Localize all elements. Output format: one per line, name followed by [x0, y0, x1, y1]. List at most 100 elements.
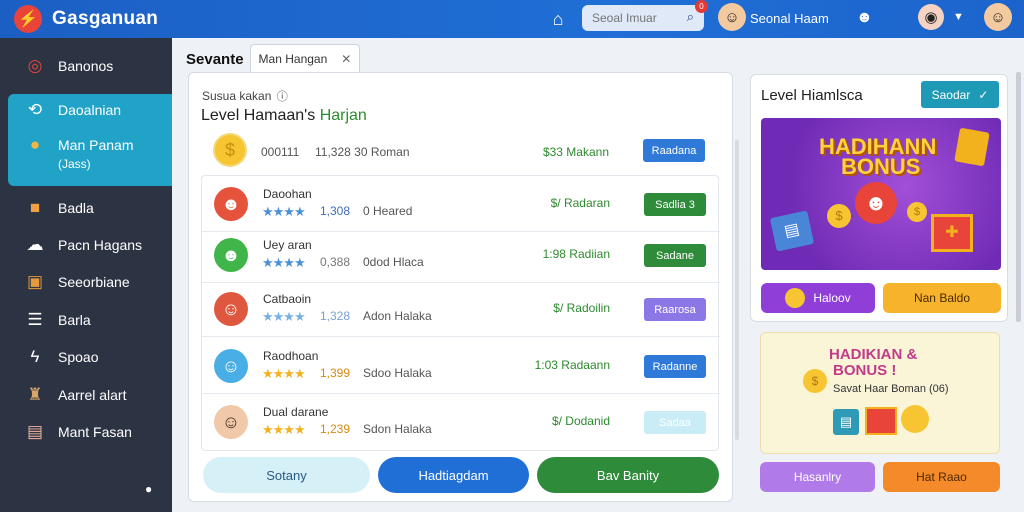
profile-avatar[interactable]: ◉ — [918, 4, 944, 30]
coin-icon: $ — [907, 202, 927, 222]
banner2-line1: HADIKIAN & — [829, 346, 918, 363]
sidebar-item-sublabel: (Jass) — [0, 153, 172, 175]
rating-stars: ★★★★ — [262, 422, 306, 437]
sidebar-item-label: Pacn Hagans — [58, 237, 143, 253]
bell-icon: ♜ — [27, 385, 43, 404]
bonus-banner[interactable]: HADIHANN BONUS ☻ $ $ ▤ ✚ — [761, 118, 1001, 270]
info-icon[interactable]: ⓘ — [277, 91, 288, 103]
sidebar: ◎ Banonos ⟲ Daoalnian ● Man Panam (Jass)… — [0, 38, 172, 512]
app-logo[interactable]: ⚡ — [14, 5, 42, 33]
close-icon[interactable]: ✕ — [341, 52, 351, 66]
summary-button[interactable]: Raadana — [643, 139, 705, 162]
level-highlight: Harjan — [319, 107, 367, 124]
tab-man-hangan[interactable]: Man Hangan ✕ — [249, 44, 361, 72]
sidebar-item-label: Mant Fasan — [58, 424, 132, 440]
sidebar-item-spoao[interactable]: ϟ Spoao — [0, 339, 172, 375]
bav-banity-button[interactable]: Bav Banity — [537, 457, 719, 493]
rating-stars: ★★★★ — [262, 255, 306, 270]
summary-value: 11,328 30 Roman — [315, 145, 410, 159]
sidebar-item-label: Spoao — [58, 349, 99, 365]
banner-line2: BONUS — [841, 154, 921, 179]
sidebar-item-badla[interactable]: ■ Badla — [0, 190, 172, 226]
row-button[interactable]: Sadlia 3 — [644, 193, 706, 216]
summary-amount: $33 Makann — [542, 145, 609, 159]
row-button[interactable]: Sadaa — [644, 411, 706, 434]
sotany-button[interactable]: Sotany — [203, 457, 370, 493]
haloov-button[interactable]: Haloov — [761, 283, 875, 313]
sidebar-item-label: Badla — [58, 200, 94, 216]
sidebar-item-label: Seeorbiane — [58, 274, 130, 290]
tab-label: Man Hangan — [258, 51, 328, 66]
right-scrollbar[interactable] — [1016, 72, 1021, 322]
page-title: Sevante — [186, 51, 244, 68]
home-icon[interactable]: ⌂ — [548, 9, 568, 29]
gift-icon — [865, 407, 897, 435]
chevron-down-icon[interactable]: ▼ — [953, 11, 964, 23]
coin-icon — [785, 288, 806, 308]
search-box[interactable]: ⌕ 0 — [582, 0, 708, 31]
rating-stars: ★★★★ — [262, 204, 306, 219]
sidebar-item-banonos[interactable]: ◎ Banonos — [0, 48, 172, 84]
card-icon: ▤ — [26, 422, 44, 441]
bonus-banner-2[interactable]: HADIKIAN & BONUS ! $ Savat Haar Boman (0… — [760, 332, 1000, 454]
app-title: Gasganuan — [52, 8, 159, 29]
rating-stars: ★★★★ — [262, 366, 306, 381]
main-scrollbar[interactable] — [735, 140, 739, 440]
hadtiagdam-button[interactable]: Hadtiagdam — [378, 457, 529, 493]
right-title: Level Hiamlsca — [761, 87, 863, 104]
nan-baldo-button[interactable]: Nan Baldo — [883, 283, 1001, 313]
tab-strip: Sevante Man Hangan ✕ — [186, 44, 361, 72]
summary-row: $ 000111 11,328 30 Roman $33 Makann Raad… — [201, 125, 719, 175]
list-item[interactable]: ☺ Catbaoin ★★★★ 1,328 Adon Halaka $/ Rad… — [202, 281, 720, 337]
coin-icon: $ — [803, 369, 827, 393]
sidebar-item-label: Daoalnian — [58, 102, 122, 118]
summary-id: 000111 — [261, 145, 300, 159]
sidebar-item-sublabel-text: (Jass) — [58, 157, 91, 171]
avatar: ☺ — [214, 292, 248, 326]
banner2-sub: Savat Haar Boman (06) — [833, 383, 949, 395]
sidebar-item-label: Aarrel alart — [58, 387, 127, 403]
row-button[interactable]: Raarosa — [644, 298, 706, 321]
sidebar-item-aarrel-alart[interactable]: ♜ Aarrel alart — [0, 377, 172, 413]
collapse-icon[interactable]: ● — [145, 482, 152, 496]
hasanlry-button[interactable]: Hasanlry — [760, 462, 875, 492]
search-input[interactable] — [592, 11, 678, 25]
hat-raao-button[interactable]: Hat Raao — [883, 462, 1000, 492]
list-icon: ☰ — [27, 310, 43, 329]
box-icon: ▣ — [26, 272, 44, 291]
search-icon[interactable]: ⌕ — [687, 9, 694, 25]
sidebar-item-pacn-hagans[interactable]: ☁ Pacn Hagans — [0, 227, 172, 263]
account-avatar[interactable]: ☺ — [984, 3, 1012, 31]
target-icon: ◎ — [27, 56, 43, 75]
row-button[interactable]: Sadane — [644, 244, 706, 267]
avatar: ☻ — [214, 238, 248, 272]
coin-icon: $ — [827, 204, 851, 228]
list-item[interactable]: ☻ Uey aran ★★★★ 0,388 0dod Hlaca 1:98 Ra… — [202, 227, 720, 283]
banner2-line2: BONUS ! — [833, 362, 897, 379]
saodar-button[interactable]: Saodar ✓ — [921, 81, 999, 108]
sidebar-item-seeorbiane[interactable]: ▣ Seeorbiane — [0, 264, 172, 300]
user-name[interactable]: Seonal Haam — [750, 11, 829, 26]
gift-icon: ✚ — [931, 214, 973, 252]
avatar: ☺ — [214, 405, 248, 439]
coin-icon — [901, 405, 929, 433]
sidebar-item-daoalnian[interactable]: ⟲ Daoalnian — [0, 92, 172, 128]
chat-icon[interactable]: ☻ — [856, 9, 873, 27]
avatar: ☻ — [214, 187, 248, 221]
chat-icon: ☁ — [26, 235, 44, 254]
leaderboard-list: ☻ Daoohan ★★★★ 1,308 0 Heared $/ Radaran… — [201, 175, 720, 451]
card-icon: ▤ — [769, 210, 815, 252]
lightning-icon: ϟ — [30, 347, 40, 366]
card-icon: ▤ — [833, 409, 859, 435]
sidebar-item-label: Banonos — [58, 58, 114, 74]
user-avatar[interactable]: ☺ — [718, 3, 746, 31]
list-item[interactable]: ☺ Dual darane ★★★★ 1,239 Sdon Halaka $/ … — [202, 394, 720, 450]
sidebar-item-barla[interactable]: ☰ Barla — [0, 302, 172, 338]
bonus-card: Level Hiamlsca Saodar ✓ HADIHANN BONUS ☻… — [750, 74, 1008, 322]
sidebar-item-mant-fasan[interactable]: ▤ Mant Fasan — [0, 414, 172, 450]
mascot-icon: ☻ — [855, 182, 897, 224]
list-item[interactable]: ☺ Raodhoan ★★★★ 1,399 Sdoo Halaka 1:03 R… — [202, 338, 720, 394]
coin-icon: $ — [213, 133, 247, 167]
row-button[interactable]: Radanne — [644, 355, 706, 378]
list-item[interactable]: ☻ Daoohan ★★★★ 1,308 0 Heared $/ Radaran… — [202, 176, 720, 232]
